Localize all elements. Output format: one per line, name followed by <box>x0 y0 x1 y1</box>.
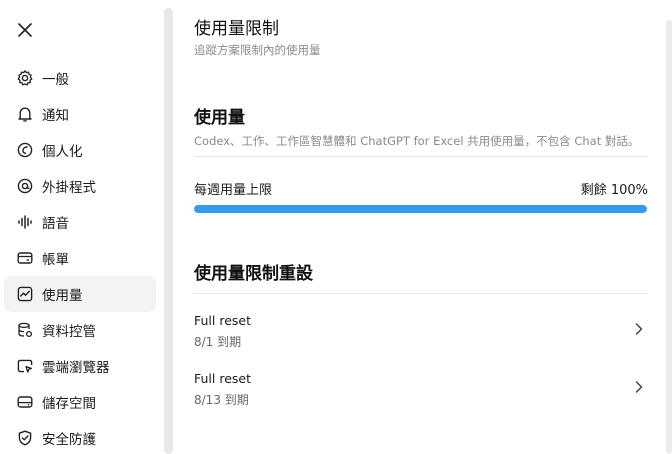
reset-name: Full reset <box>194 371 252 386</box>
usage-progress-fill <box>194 205 647 213</box>
reset-row[interactable]: Full reset 8/1 到期 <box>194 313 648 357</box>
sidebar-item-label: 一般 <box>42 72 69 88</box>
sidebar-item-security[interactable]: 安全防護 <box>4 420 156 454</box>
chevron-right-icon <box>635 323 643 335</box>
sidebar-item-storage[interactable]: 儲存空間 <box>4 384 156 420</box>
remaining-value: 剩餘 100% <box>580 183 648 198</box>
sidebar-nav: 一般 通知 個人化 外掛程式 語音 帳單 使用量 資料控管 雲端瀏覽器 儲存空間… <box>4 60 156 454</box>
sidebar-item-label: 使用量 <box>42 288 83 304</box>
sidebar-item-general[interactable]: 一般 <box>4 60 156 96</box>
reset-date: 8/13 到期 <box>194 393 249 407</box>
sidebar-item-usage[interactable]: 使用量 <box>4 276 156 312</box>
reset-row[interactable]: Full reset 8/13 到期 <box>194 371 648 415</box>
reset-date: 8/1 到期 <box>194 335 242 349</box>
sidebar-item-notifications[interactable]: 通知 <box>4 96 156 132</box>
gear-icon <box>16 69 34 87</box>
database-icon <box>16 321 34 339</box>
plugin-icon <box>16 177 34 195</box>
main-content: 使用量限制 追蹤方案限制內的使用量 使用量 Codex、工作、工作區智慧體和 C… <box>194 0 648 454</box>
page-subtitle: 追蹤方案限制內的使用量 <box>194 43 321 57</box>
usage-section-title: 使用量 <box>194 108 245 128</box>
sidebar: 一般 通知 個人化 外掛程式 語音 帳單 使用量 資料控管 雲端瀏覽器 儲存空間… <box>0 0 166 454</box>
chart-icon <box>16 285 34 303</box>
reset-section-title: 使用量限制重設 <box>194 264 313 284</box>
bell-icon <box>16 105 34 123</box>
reset-name: Full reset <box>194 313 252 328</box>
main-scrollbar[interactable] <box>666 20 672 454</box>
usage-progress-bar <box>194 205 647 213</box>
sidebar-item-label: 個人化 <box>42 144 83 160</box>
close-button[interactable] <box>14 19 36 41</box>
sidebar-item-label: 帳單 <box>42 252 69 268</box>
sidebar-item-label: 外掛程式 <box>42 180 96 196</box>
sidebar-item-voice[interactable]: 語音 <box>4 204 156 240</box>
cloud-browser-icon <box>16 357 34 375</box>
sidebar-item-billing[interactable]: 帳單 <box>4 240 156 276</box>
close-icon <box>18 23 32 37</box>
sidebar-item-cloud-browser[interactable]: 雲端瀏覽器 <box>4 348 156 384</box>
storage-icon <box>16 393 34 411</box>
divider <box>194 293 648 294</box>
page-title: 使用量限制 <box>194 19 279 39</box>
sidebar-item-label: 雲端瀏覽器 <box>42 360 110 376</box>
divider <box>194 156 648 157</box>
sidebar-item-label: 語音 <box>42 216 69 232</box>
chevron-right-icon <box>635 381 643 393</box>
weekly-limit-label: 每週用量上限 <box>194 183 273 198</box>
sidebar-item-personalization[interactable]: 個人化 <box>4 132 156 168</box>
sidebar-item-label: 安全防護 <box>42 432 96 448</box>
usage-description: Codex、工作、工作區智慧體和 ChatGPT for Excel 共用使用量… <box>194 134 640 148</box>
sidebar-item-plugins[interactable]: 外掛程式 <box>4 168 156 204</box>
sidebar-item-label: 資料控管 <box>42 324 96 340</box>
shield-icon <box>16 429 34 447</box>
card-icon <box>16 249 34 267</box>
sidebar-item-label: 通知 <box>42 108 69 124</box>
waveform-icon <box>16 213 34 231</box>
sidebar-item-label: 儲存空間 <box>42 396 96 412</box>
personalize-icon <box>16 141 34 159</box>
sidebar-item-data-controls[interactable]: 資料控管 <box>4 312 156 348</box>
sidebar-scrollbar[interactable] <box>164 8 173 454</box>
